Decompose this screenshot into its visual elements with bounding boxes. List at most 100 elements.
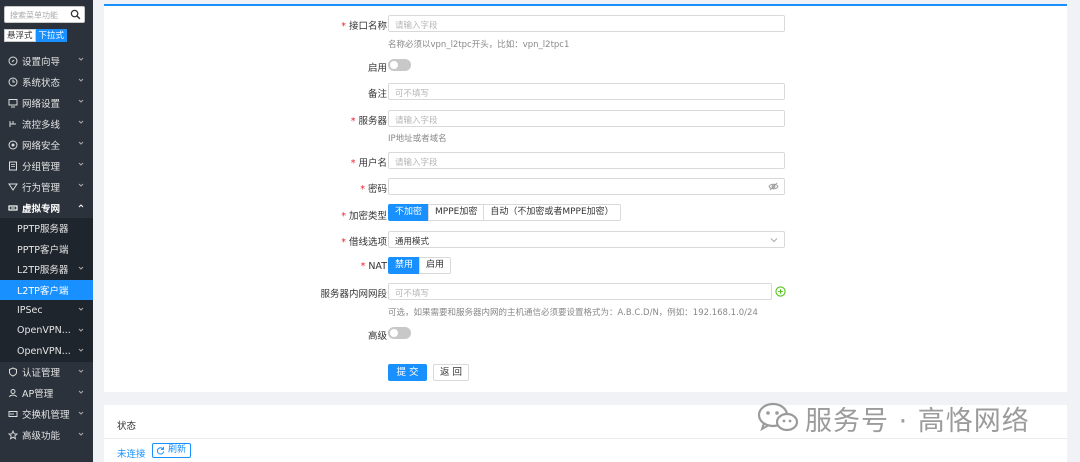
sidebar-item-setup-wizard[interactable]: 设置向导 (0, 50, 93, 71)
sidebar-item-label: L2TP客户端 (17, 285, 69, 297)
sidebar-item-label: PPTP客户端 (17, 244, 69, 256)
watermark: 服务号 · 高恪网络 (757, 398, 1030, 438)
sidebar-item-label: 行为管理 (22, 182, 61, 194)
sidebar-item-openvpn-1[interactable]: OpenVPN... (0, 321, 93, 342)
sidebar-item-label: 虚拟专网 (22, 203, 61, 215)
clock-icon (8, 77, 18, 86)
eye-off-icon[interactable] (768, 182, 779, 191)
chevron-down-icon (78, 307, 84, 311)
encrypt-auto-option[interactable]: 自动（不加密或者MPPE加密） (483, 204, 621, 221)
iface-name-input[interactable]: 请输入字段 (388, 15, 785, 32)
required-marker: * (360, 184, 365, 195)
sidebar-item-behavior-management[interactable]: 行为管理 (0, 176, 93, 197)
refresh-icon (156, 446, 165, 455)
chevron-down-icon (78, 369, 84, 373)
line-option-value: 通用模式 (395, 237, 430, 247)
mode-dropdown-button[interactable]: 下拉式 (35, 29, 68, 42)
mode-float-button[interactable]: 悬浮式 (4, 29, 36, 42)
encrypt-type-selector: 不加密 MPPE加密 自动（不加密或者MPPE加密） (388, 204, 621, 221)
sidebar-item-label: 系统状态 (22, 77, 61, 89)
enable-label: 启用 (367, 63, 387, 74)
sidebar-item-group-management[interactable]: 分组管理 (0, 155, 93, 176)
sidebar-item-switch-management[interactable]: 交换机管理 (0, 404, 93, 425)
server-label-text: 服务器 (358, 116, 387, 127)
sidebar: 搜索菜单功能 悬浮式 下拉式 设置向导 系统状态 网络设置 流控多线 网络安全 … (0, 0, 93, 462)
add-circle-icon[interactable] (775, 286, 786, 297)
nat-enable-option[interactable]: 启用 (419, 257, 452, 274)
chevron-down-icon (78, 162, 84, 166)
wechat-icon (757, 402, 799, 432)
vpn-icon (8, 204, 18, 211)
l2tp-client-form: * 接口名称 请输入字段 名称必须以vpn_l2tpc开头，比如：vpn_l2tp… (104, 4, 1067, 392)
watermark-text: 服务号 · 高恪网络 (805, 405, 1030, 437)
chevron-down-icon (78, 120, 84, 124)
sidebar-item-l2tp-server[interactable]: L2TP服务器 (0, 259, 93, 280)
sidebar-item-vpn[interactable]: 虚拟专网 (0, 197, 93, 218)
enable-toggle[interactable] (388, 59, 411, 71)
password-input[interactable] (388, 178, 785, 195)
status-title: 状态 (117, 421, 137, 432)
iface-name-placeholder: 请输入字段 (395, 21, 438, 31)
menu-mode-switch: 悬浮式 下拉式 (4, 29, 68, 42)
required-marker: * (350, 116, 356, 127)
refresh-label: 刷新 (168, 445, 187, 455)
server-input[interactable]: 请输入字段 (388, 110, 785, 127)
server-hint: IP地址或者域名 (388, 134, 447, 144)
lan-segment-placeholder: 可不填写 (395, 289, 430, 299)
required-marker: * (341, 237, 346, 248)
username-label-text: 用户名 (358, 158, 387, 169)
password-label-text: 密码 (367, 184, 387, 195)
sidebar-item-label: 高级功能 (22, 431, 61, 442)
sidebar-item-label: 流控多线 (22, 119, 61, 131)
sidebar-item-label: 网络安全 (22, 140, 61, 152)
back-button[interactable]: 返回 (433, 364, 469, 381)
sidebar-menu: 设置向导 系统状态 网络设置 流控多线 网络安全 分组管理 行为管理 虚拟专网 … (0, 50, 93, 446)
encrypt-none-option[interactable]: 不加密 (388, 204, 430, 221)
sidebar-item-ap-management[interactable]: AP管理 (0, 383, 93, 404)
server-placeholder: 请输入字段 (395, 116, 438, 126)
nat-label: * NAT (361, 261, 387, 272)
iface-name-label-text: 接口名称 (348, 21, 387, 32)
sidebar-item-label: 设置向导 (22, 56, 61, 68)
nat-disable-option[interactable]: 禁用 (388, 257, 421, 274)
flow-icon (9, 120, 16, 127)
server-label: * 服务器 (351, 113, 387, 127)
sidebar-item-ipsec[interactable]: IPSec (0, 300, 93, 321)
sidebar-item-openvpn-2[interactable]: OpenVPN... (0, 341, 93, 362)
menu-search-input[interactable]: 搜索菜单功能 (4, 6, 85, 23)
sidebar-item-system-status[interactable]: 系统状态 (0, 71, 93, 92)
chevron-down-icon (78, 390, 84, 394)
line-option-select[interactable]: 通用模式 (388, 231, 785, 248)
sidebar-item-advanced-features[interactable]: 高级功能 (0, 425, 93, 446)
lan-segment-input[interactable]: 可不填写 (388, 283, 772, 300)
sidebar-item-label: 交换机管理 (22, 410, 70, 421)
encrypt-label: * 加密类型 (341, 208, 387, 222)
lan-segment-hint: 可选，如果需要和服务器内网的主机通信必须要设置格式为：A.B.C.D/N，例如：… (388, 308, 758, 318)
sidebar-item-auth-management[interactable]: 认证管理 (0, 362, 93, 383)
advanced-toggle[interactable] (388, 327, 411, 339)
sidebar-item-pptp-client[interactable]: PPTP客户端 (0, 239, 93, 260)
username-input[interactable]: 请输入字段 (388, 152, 785, 169)
refresh-button[interactable]: 刷新 (152, 443, 192, 458)
chevron-down-icon (78, 266, 84, 270)
line-option-label-text: 借线选项 (348, 237, 387, 248)
sidebar-item-l2tp-client[interactable]: L2TP客户端 (0, 279, 93, 300)
chevron-down-icon (78, 411, 84, 415)
advanced-label: 高级 (367, 331, 387, 342)
chevron-down-icon (78, 78, 84, 82)
sidebar-item-pptp-server[interactable]: PPTP服务器 (0, 218, 93, 239)
divider (104, 438, 1067, 439)
submit-button[interactable]: 提交 (388, 364, 427, 381)
connection-status: 未连接 (117, 449, 146, 460)
search-icon[interactable] (70, 9, 81, 20)
required-marker: * (341, 21, 346, 32)
remark-placeholder: 可不填写 (395, 89, 430, 99)
line-option-label: * 借线选项 (341, 234, 387, 248)
sidebar-item-flow-control[interactable]: 流控多线 (0, 113, 93, 134)
remark-label: 备注 (367, 89, 387, 100)
encrypt-mppe-option[interactable]: MPPE加密 (428, 204, 485, 221)
remark-input[interactable]: 可不填写 (388, 83, 785, 100)
sidebar-item-network-security[interactable]: 网络安全 (0, 134, 93, 155)
shield-icon (8, 140, 18, 149)
sidebar-item-network-settings[interactable]: 网络设置 (0, 92, 93, 113)
